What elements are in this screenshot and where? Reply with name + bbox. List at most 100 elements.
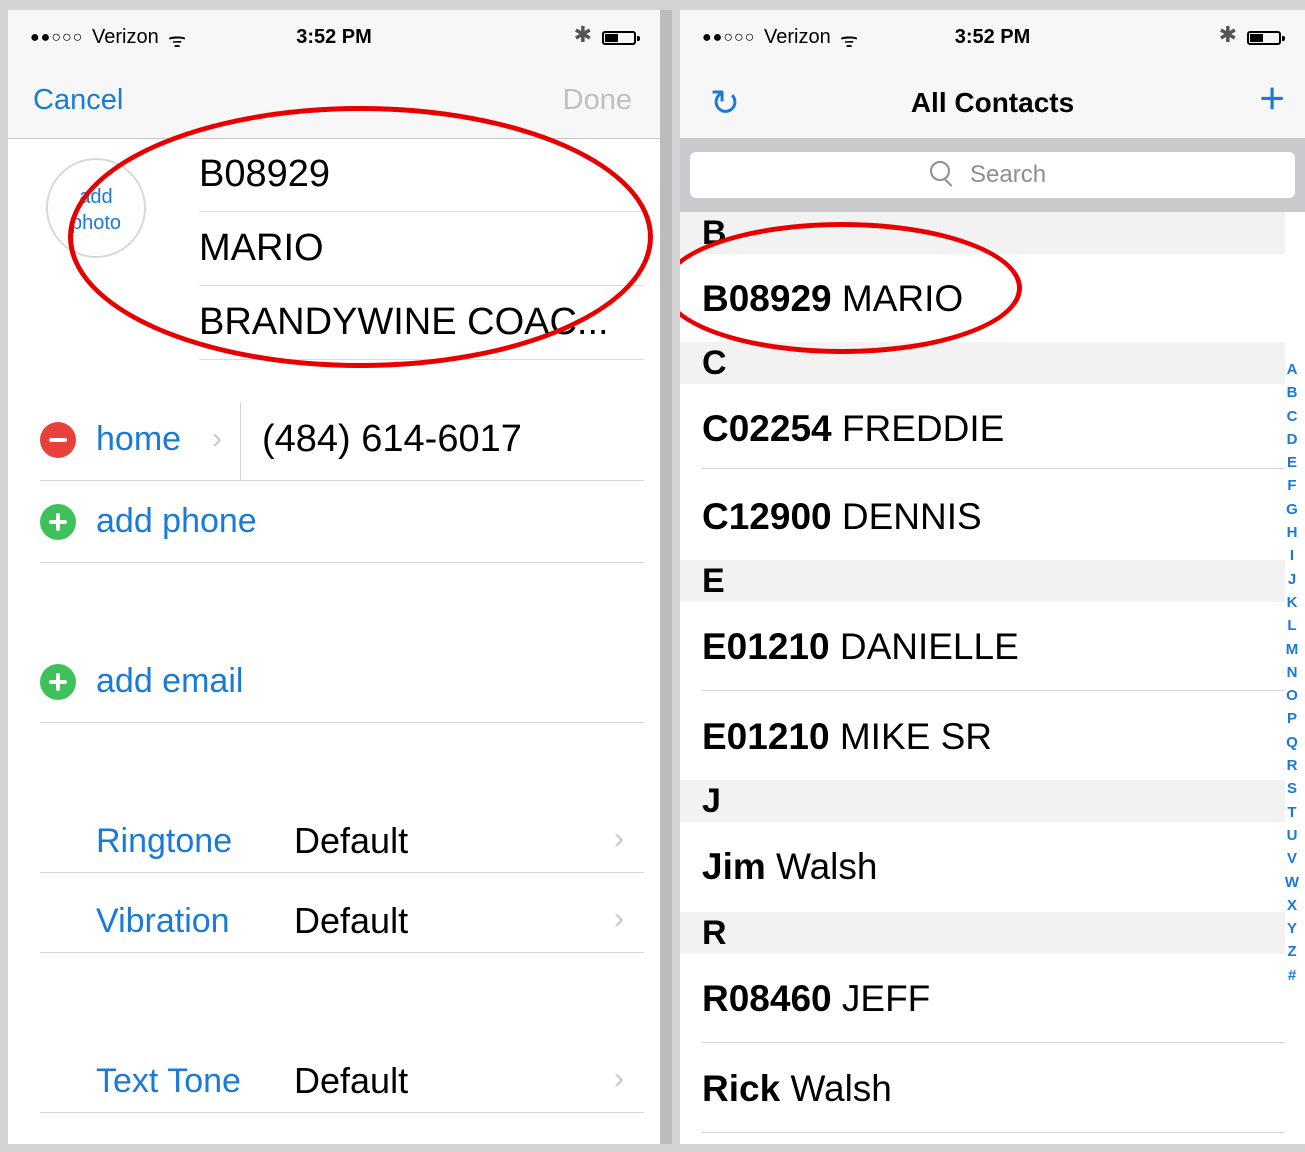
index-letter[interactable]: U — [1281, 824, 1303, 847]
section-letter: B — [702, 214, 727, 252]
contact-name: E01210 DANIELLE — [702, 626, 1019, 668]
contact-name: Rick Walsh — [702, 1068, 892, 1110]
index-letter[interactable]: H — [1281, 521, 1303, 544]
contact-row[interactable]: Rick Walsh — [680, 1044, 1285, 1132]
index-letter[interactable]: B — [1281, 381, 1303, 404]
contact-row[interactable]: C02254 FREDDIE — [680, 384, 1285, 472]
index-letter[interactable]: K — [1281, 591, 1303, 614]
index-letter[interactable]: D — [1281, 428, 1303, 451]
contact-name: E01210 MIKE SR — [702, 716, 992, 758]
index-letter[interactable]: F — [1281, 474, 1303, 497]
section-letter: C — [702, 344, 727, 382]
phone-label-selector[interactable]: home — [96, 420, 181, 459]
index-letter[interactable]: G — [1281, 498, 1303, 521]
index-letter[interactable]: M — [1281, 638, 1303, 661]
index-letter[interactable]: W — [1281, 871, 1303, 894]
index-letter[interactable]: T — [1281, 801, 1303, 824]
contact-last-name: DENNIS — [841, 496, 982, 537]
contact-last-name: Walsh — [790, 1068, 892, 1109]
section-header-e: E — [680, 560, 1285, 602]
add-email-row[interactable]: add email — [40, 642, 644, 723]
contact-code: C02254 — [702, 408, 832, 449]
divider — [40, 872, 644, 873]
phone-number-field[interactable]: (484) 614-6017 — [262, 418, 522, 461]
vibration-row[interactable]: Vibration Default › — [40, 882, 644, 962]
index-letter[interactable]: Z — [1281, 940, 1303, 963]
section-header-b: B — [680, 212, 1285, 254]
contact-last-name: Walsh — [776, 846, 878, 887]
last-name-field[interactable]: MARIO — [199, 212, 660, 285]
text-tone-label: Text Tone — [96, 1062, 241, 1100]
phone-row: home › (484) 614-6017 — [40, 402, 644, 481]
contact-code: Jim — [702, 846, 766, 887]
add-photo-label: add photo — [70, 186, 122, 234]
chevron-right-icon: › — [614, 1062, 624, 1095]
index-letter[interactable]: E — [1281, 451, 1303, 474]
index-letter[interactable]: J — [1281, 568, 1303, 591]
contact-name: B08929 MARIO — [702, 278, 963, 320]
cancel-button[interactable]: Cancel — [33, 84, 123, 117]
divider — [40, 952, 644, 953]
divider — [199, 359, 644, 360]
contact-code: R08460 — [702, 978, 832, 1019]
section-header-c: C — [680, 342, 1285, 384]
index-letter[interactable]: I — [1281, 544, 1303, 567]
index-letter[interactable]: A — [1281, 358, 1303, 381]
section-letter: E — [702, 562, 725, 600]
add-photo-button[interactable]: add photo — [46, 158, 146, 258]
status-bar: ●●○○○ Verizon ᯤ 3:52 PM ✱ — [680, 10, 1305, 62]
index-letter[interactable]: Q — [1281, 731, 1303, 754]
index-letter[interactable]: O — [1281, 684, 1303, 707]
index-letter[interactable]: L — [1281, 614, 1303, 637]
contact-row[interactable]: E01210 MIKE SR — [680, 692, 1285, 780]
search-icon — [930, 161, 950, 181]
contact-row[interactable]: Jim Walsh — [680, 822, 1285, 910]
bluetooth-icon: ✱ — [573, 22, 592, 47]
index-letter[interactable]: # — [1281, 964, 1303, 987]
index-letter[interactable]: S — [1281, 777, 1303, 800]
search-input[interactable]: Search — [690, 152, 1295, 198]
bluetooth-icon: ✱ — [1218, 22, 1237, 47]
contact-row[interactable]: R08460 JEFF — [680, 954, 1285, 1042]
done-button[interactable]: Done — [563, 84, 632, 117]
company-field[interactable]: BRANDYWINE COAC... — [199, 286, 660, 359]
index-letter[interactable]: C — [1281, 405, 1303, 428]
contact-last-name: FREDDIE — [841, 408, 1005, 449]
contact-code: Rick — [702, 1068, 781, 1109]
delete-phone-icon[interactable] — [40, 422, 76, 458]
contact-row[interactable]: B08929 MARIO — [680, 254, 1285, 342]
contact-row[interactable]: E01210 DANIELLE — [680, 602, 1285, 690]
text-tone-row[interactable]: Text Tone Default › — [40, 1042, 644, 1122]
add-contact-icon[interactable]: + — [1259, 74, 1285, 124]
divider — [240, 402, 241, 480]
contact-name: C12900 DENNIS — [702, 496, 982, 538]
contacts-nav-bar: ↻ All Contacts + — [680, 62, 1305, 138]
add-phone-label: add phone — [96, 502, 257, 540]
index-letter[interactable]: Y — [1281, 917, 1303, 940]
section-header-r: R — [680, 912, 1285, 954]
index-letter[interactable]: X — [1281, 894, 1303, 917]
status-time: 3:52 PM — [296, 26, 372, 48]
alphabet-index[interactable]: A B C D E F G H I J K L M N O P Q R S T U V W X Y Z # — [1281, 358, 1303, 987]
contact-last-name: MIKE SR — [839, 716, 992, 757]
index-letter[interactable]: V — [1281, 847, 1303, 870]
section-header-j: J — [680, 780, 1285, 822]
chevron-right-icon: › — [614, 902, 624, 935]
contact-row[interactable]: C12900 DENNIS — [680, 472, 1285, 560]
add-phone-row[interactable]: add phone — [40, 482, 644, 563]
search-placeholder: Search — [970, 161, 1047, 188]
contact-code: E01210 — [702, 626, 830, 667]
index-letter[interactable]: N — [1281, 661, 1303, 684]
divider — [702, 1042, 1285, 1043]
battery-icon — [1247, 31, 1285, 45]
text-tone-value: Default — [294, 1060, 409, 1101]
index-letter[interactable]: R — [1281, 754, 1303, 777]
contact-name: R08460 JEFF — [702, 978, 930, 1020]
add-phone-icon — [40, 504, 76, 540]
battery-icon — [602, 31, 640, 45]
contacts-list-screen: ●●○○○ Verizon ᯤ 3:52 PM ✱ ↻ All Contacts… — [680, 10, 1305, 1144]
index-letter[interactable]: P — [1281, 707, 1303, 730]
ringtone-row[interactable]: Ringtone Default › — [40, 802, 644, 882]
section-letter: J — [702, 782, 721, 820]
first-name-field[interactable]: B08929 — [199, 138, 660, 211]
